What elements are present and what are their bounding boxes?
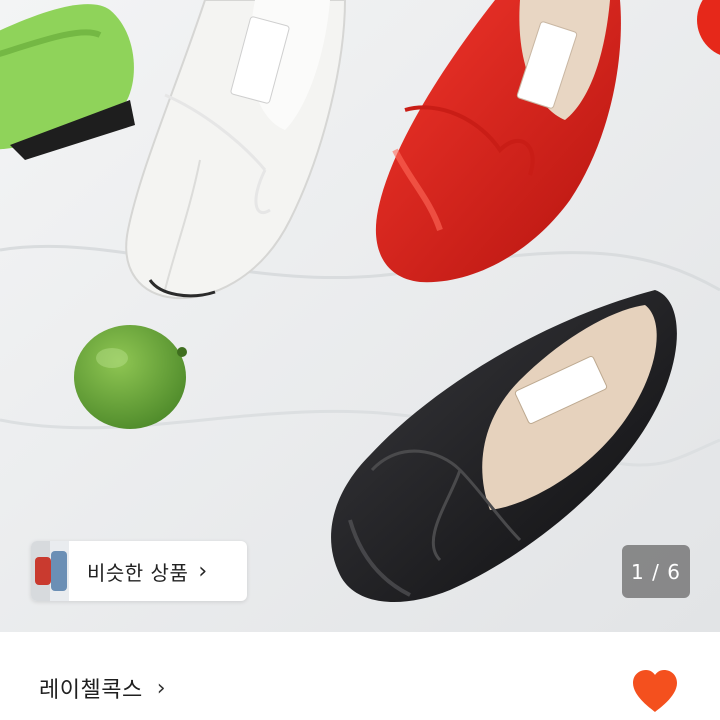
chevron-right-icon: › xyxy=(156,675,166,701)
product-photo-illustration xyxy=(0,0,720,632)
shop-name: 레이첼콕스 xyxy=(39,678,143,703)
like-button[interactable] xyxy=(630,668,680,714)
similar-products-button[interactable]: 비슷한 상품 › xyxy=(31,541,247,601)
similar-products-label: 비슷한 상품 xyxy=(87,560,189,585)
product-thumbnail xyxy=(31,541,69,601)
chevron-right-icon: › xyxy=(198,558,208,584)
image-page-counter: 1 / 6 xyxy=(622,545,690,598)
product-image[interactable] xyxy=(0,0,720,632)
heart-icon xyxy=(633,670,677,712)
shop-name-link[interactable]: 레이첼콕스 › xyxy=(39,672,166,704)
